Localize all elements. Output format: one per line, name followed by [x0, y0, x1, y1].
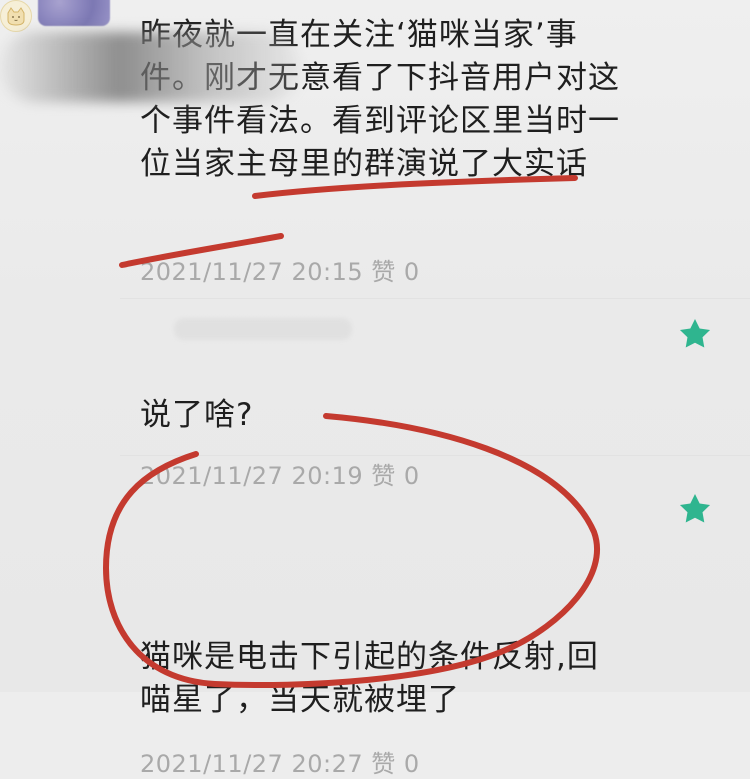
star-icon[interactable]: [676, 315, 714, 353]
divider: [120, 298, 750, 299]
blurred-username: [174, 318, 352, 340]
cat-avatar-icon[interactable]: [0, 0, 32, 32]
divider: [120, 455, 750, 456]
cat-avatar-svg: [7, 7, 25, 26]
like-count[interactable]: 赞 0: [371, 258, 419, 286]
like-count[interactable]: 赞 0: [371, 750, 419, 778]
timestamp: 2021/11/27 20:15: [140, 258, 364, 286]
blurred-user-header: [0, 32, 300, 102]
like-count[interactable]: 赞 0: [371, 462, 419, 490]
timestamp: 2021/11/27 20:27: [140, 750, 364, 778]
comment-text: 说了啥?: [140, 397, 254, 433]
comment-meta: 2021/11/27 20:15 赞 0: [140, 252, 420, 287]
comment-text: 猫咪是电击下引起的条件反射,回喵星了，当天就被埋了: [140, 639, 599, 718]
avatar[interactable]: [38, 0, 110, 26]
comment-meta: 2021/11/27 20:19 赞 0: [140, 456, 420, 491]
timestamp: 2021/11/27 20:19: [140, 462, 364, 490]
comment-screen: 昨夜就一直在关注‘猫咪当家’事件。刚才无意看了下抖音用户对这个事件看法。看到评论…: [0, 0, 750, 778]
star-icon[interactable]: [676, 490, 714, 528]
comment-meta: 2021/11/27 20:27 赞 0: [140, 744, 420, 779]
